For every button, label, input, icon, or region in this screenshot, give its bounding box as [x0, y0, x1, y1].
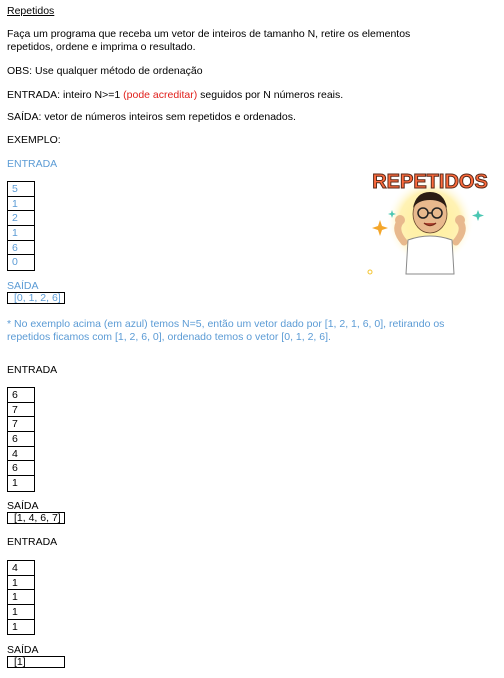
example-heading: EXEMPLO:: [7, 134, 61, 146]
vector-cell: 1: [12, 477, 18, 490]
input-spec-rest: seguidos por N números reais.: [197, 89, 344, 101]
example-1-input-vector: 5 1 2 1 6 0: [7, 181, 35, 272]
vector-cell: 1: [8, 226, 34, 241]
page-title: Repetidos: [7, 5, 55, 17]
example-1-output-label: SAÍDA: [7, 280, 39, 292]
vector-cell: 5: [8, 182, 34, 197]
example-3-output-box: [1]: [7, 656, 65, 668]
repetidos-illustration: REPETIDOS: [364, 162, 496, 280]
cartoon-man-icon: REPETIDOS: [367, 171, 488, 275]
vector-cell: 1: [8, 605, 34, 620]
vector-cell: 1: [12, 620, 18, 633]
illustration-title: REPETIDOS: [372, 171, 488, 193]
example-1-output-box: [0, 1, 2, 6]: [7, 292, 65, 304]
obs-text: OBS: Use qualquer método de ordenação: [7, 65, 203, 77]
vector-cell: 4: [8, 561, 34, 576]
vector-cell: 7: [8, 403, 34, 418]
example-2-output-box: [1, 4, 6, 7]: [7, 512, 65, 524]
input-spec-highlight: (pode acreditar): [123, 89, 198, 101]
vector-cell: 6: [8, 388, 34, 403]
vector-cell: 6: [8, 461, 34, 477]
example-3-output-label: SAÍDA: [7, 644, 39, 656]
vector-cell: 6: [8, 241, 34, 256]
problem-statement: Faça um programa que receba um vetor de …: [7, 28, 411, 53]
output-spec: SAÍDA: vetor de números inteiros sem rep…: [7, 111, 296, 123]
vector-cell: 6: [8, 432, 34, 447]
example-explanation: * No exemplo acima (em azul) temos N=5, …: [7, 318, 445, 343]
input-spec-text: ENTRADA: inteiro N>=1: [7, 89, 124, 101]
example-3-input-label: ENTRADA: [7, 536, 58, 548]
vector-cell: 0: [12, 256, 18, 269]
vector-cell: 1: [8, 590, 34, 606]
vector-cell: 1: [8, 197, 34, 212]
vector-cell: 1: [8, 576, 34, 591]
example-2-output-label: SAÍDA: [7, 500, 39, 512]
vector-cell: 2: [8, 211, 34, 227]
vector-cell: 4: [8, 447, 34, 462]
input-spec: ENTRADA: inteiro N>=1 (pode acreditar) s…: [7, 89, 467, 102]
example-2-input-label: ENTRADA: [7, 364, 58, 376]
vector-cell: 7: [8, 417, 34, 433]
example-2-input-vector: 6 7 7 6 4 6 1: [7, 387, 35, 492]
example-3-input-vector: 4 1 1 1 1: [7, 560, 35, 636]
